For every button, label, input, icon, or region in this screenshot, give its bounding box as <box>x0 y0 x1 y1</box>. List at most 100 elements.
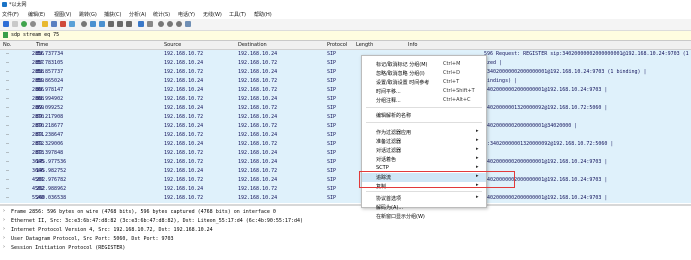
shark-fin-icon[interactable] <box>3 21 9 27</box>
cell-protocol: SIP <box>327 177 337 183</box>
table-row[interactable]: —2873 89.397848 192.168.10.72 192.168.10.24… <box>0 149 691 158</box>
col-header-time[interactable]: Time <box>36 42 48 48</box>
table-row[interactable]: —2871 89.238647 192.168.10.72 192.168.10.24… <box>0 131 691 140</box>
table-row[interactable]: —2870 89.218677 192.168.10.24 192.168.10.72… <box>0 122 691 131</box>
restart-icon[interactable] <box>21 21 27 27</box>
row-marker: — <box>6 177 10 183</box>
table-row[interactable]: —3666 145.982752 192.168.10.24 192.168.10.7… <box>0 167 691 176</box>
context-menu-item[interactable]: 解码为(A)... <box>362 203 486 212</box>
menu-edit[interactable]: 编辑(E) <box>28 11 45 18</box>
table-row[interactable]: —5540 260.036538 192.168.10.72 192.168.10.2… <box>0 194 691 203</box>
table-row[interactable]: —2869 89.099252 192.168.10.24 192.168.10.72… <box>0 104 691 113</box>
save-icon[interactable] <box>51 21 57 27</box>
cell-destination: 192.168.10.72 <box>238 78 278 84</box>
zoom-in-icon[interactable] <box>158 21 164 27</box>
cell-time: 88.978147 <box>36 87 64 93</box>
col-header-no[interactable]: No. <box>3 42 11 48</box>
cell-protocol: SIP <box>327 78 337 84</box>
table-row[interactable]: —2866 88.978147 192.168.10.24 192.168.10.72… <box>0 86 691 95</box>
resize-columns-icon[interactable] <box>185 21 191 27</box>
table-row[interactable]: —2859 88.865024 192.168.10.24 192.168.10.72… <box>0 77 691 86</box>
detail-row[interactable]: › Frame 2856: 596 bytes on wire (4768 bi… <box>0 208 691 217</box>
col-header-length[interactable]: Length <box>356 42 373 48</box>
table-row[interactable]: —2857 88.783105 192.168.10.24 192.168.10.72… <box>0 59 691 68</box>
menu-tools[interactable]: 工具(T) <box>229 11 246 18</box>
context-menu-item[interactable]: 分组注释... Ctrl+Alt+C <box>362 96 486 105</box>
expand-arrow-icon[interactable]: › <box>3 226 5 232</box>
context-menu-item[interactable]: 对话着色 ▸ <box>362 155 486 164</box>
col-header-protocol[interactable]: Protocol <box>327 42 347 48</box>
pane-splitter[interactable] <box>0 204 691 206</box>
options-icon[interactable] <box>30 21 36 27</box>
first-icon[interactable] <box>117 21 123 27</box>
cell-source: 192.168.10.72 <box>164 69 204 75</box>
row-marker: — <box>6 60 10 66</box>
menu-view[interactable]: 视图(V) <box>54 11 71 18</box>
table-row[interactable]: —2868 88.994902 192.168.10.72 192.168.10.24… <box>0 95 691 104</box>
display-filter-input[interactable]: sdp stream eq 75 <box>11 32 59 38</box>
table-row[interactable]: —4502 202.988962 192.168.10.24 192.168.10.7… <box>0 185 691 194</box>
col-header-source[interactable]: Source <box>164 42 181 48</box>
expand-arrow-icon[interactable]: › <box>3 208 5 214</box>
close-file-icon[interactable] <box>60 21 66 27</box>
wireshark-app-icon <box>2 2 7 7</box>
display-filter-bar[interactable]: sdp stream eq 75 <box>0 31 691 41</box>
context-menu-item[interactable]: 对话过滤器 ▸ <box>362 146 486 155</box>
expand-arrow-icon[interactable]: › <box>3 235 5 241</box>
col-header-info[interactable]: Info <box>408 42 417 48</box>
menu-help[interactable]: 帮助(H) <box>254 11 272 18</box>
last-icon[interactable] <box>126 21 132 27</box>
context-menu-item[interactable]: 忽略/取消忽略 分组(I) Ctrl+D <box>362 69 486 78</box>
table-row[interactable]: —2856 88.737734 192.168.10.72 192.168.10.24… <box>0 50 691 59</box>
menu-go[interactable]: 跳转(G) <box>79 11 97 18</box>
cell-source: 192.168.10.24 <box>164 186 204 192</box>
context-menu-item[interactable]: 时间平移... Ctrl+Shift+T <box>362 87 486 96</box>
reload-icon[interactable] <box>69 21 75 27</box>
context-menu-item[interactable]: 设置/取消设置 时间参考 Ctrl+T <box>362 78 486 87</box>
detail-row[interactable]: › Ethernet II, Src: 3c:e3:6b:47:d8:82 (3… <box>0 217 691 226</box>
open-file-icon[interactable] <box>42 21 48 27</box>
menu-analyze[interactable]: 分析(A) <box>129 11 146 18</box>
stop-icon[interactable] <box>12 21 18 27</box>
search-icon[interactable] <box>81 21 87 27</box>
table-row[interactable]: —4501 202.976782 192.168.10.72 192.168.10.2… <box>0 176 691 185</box>
menu-file[interactable]: 文件(F) <box>2 11 19 18</box>
col-header-destination[interactable]: Destination <box>238 42 267 48</box>
expand-arrow-icon[interactable]: › <box>3 217 5 223</box>
back-icon[interactable] <box>90 21 96 27</box>
context-menu-item[interactable]: 在新窗口显示分组(W) <box>362 212 486 221</box>
table-row[interactable]: —2858 88.857737 192.168.10.72 192.168.10.24… <box>0 68 691 77</box>
detail-row[interactable]: › Session Initiation Protocol (REGISTER) <box>0 244 691 253</box>
submenu-arrow-icon: ▸ <box>476 194 479 200</box>
cell-source: 192.168.10.24 <box>164 87 204 93</box>
expand-arrow-icon[interactable]: › <box>3 244 5 250</box>
menu-item-label: 设置/取消设置 时间参考 <box>376 80 430 86</box>
menu-item-label: 作为过滤器应用 <box>376 130 412 136</box>
menu-statistics[interactable]: 统计(S) <box>153 11 170 18</box>
context-menu-item[interactable]: 作为过滤器应用 ▸ <box>362 128 486 137</box>
table-row[interactable]: —3665 145.977536 192.168.10.72 192.168.10.2… <box>0 158 691 167</box>
context-menu-item[interactable]: 协议首选项 ▸ <box>362 194 486 203</box>
menu-telephony[interactable]: 电话(Y) <box>178 11 195 18</box>
cell-protocol: SIP <box>327 51 337 57</box>
forward-icon[interactable] <box>99 21 105 27</box>
context-menu-item[interactable]: 准备过滤器 ▸ <box>362 137 486 146</box>
autoscroll-icon[interactable] <box>138 21 144 27</box>
zoom-reset-icon[interactable] <box>176 21 182 27</box>
table-row[interactable]: —2870 89.217908 192.168.10.72 192.168.10.24… <box>0 113 691 122</box>
menu-capture[interactable]: 捕获(C) <box>104 11 121 18</box>
menu-item-label: 准备过滤器 <box>376 139 402 145</box>
table-row[interactable]: —2872 89.329006 192.168.10.24 192.168.10.72… <box>0 140 691 149</box>
cell-time: 260.036538 <box>36 195 67 201</box>
zoom-out-icon[interactable] <box>167 21 173 27</box>
cell-time: 145.977536 <box>36 159 67 165</box>
colorize-icon[interactable] <box>147 21 153 27</box>
detail-row[interactable]: › User Datagram Protocol, Src Port: 5060… <box>0 235 691 244</box>
goto-icon[interactable] <box>108 21 114 27</box>
menu-wireless[interactable]: 无线(W) <box>203 11 222 18</box>
detail-row[interactable]: › Internet Protocol Version 4, Src: 192.… <box>0 226 691 235</box>
context-menu-item[interactable]: 编辑解析的名称 <box>362 111 486 120</box>
filter-bookmark-icon[interactable] <box>3 32 8 38</box>
cell-source: 192.168.10.24 <box>164 78 204 84</box>
context-menu-item[interactable]: 标记/取消标记 分组(M) Ctrl+M <box>362 60 486 69</box>
